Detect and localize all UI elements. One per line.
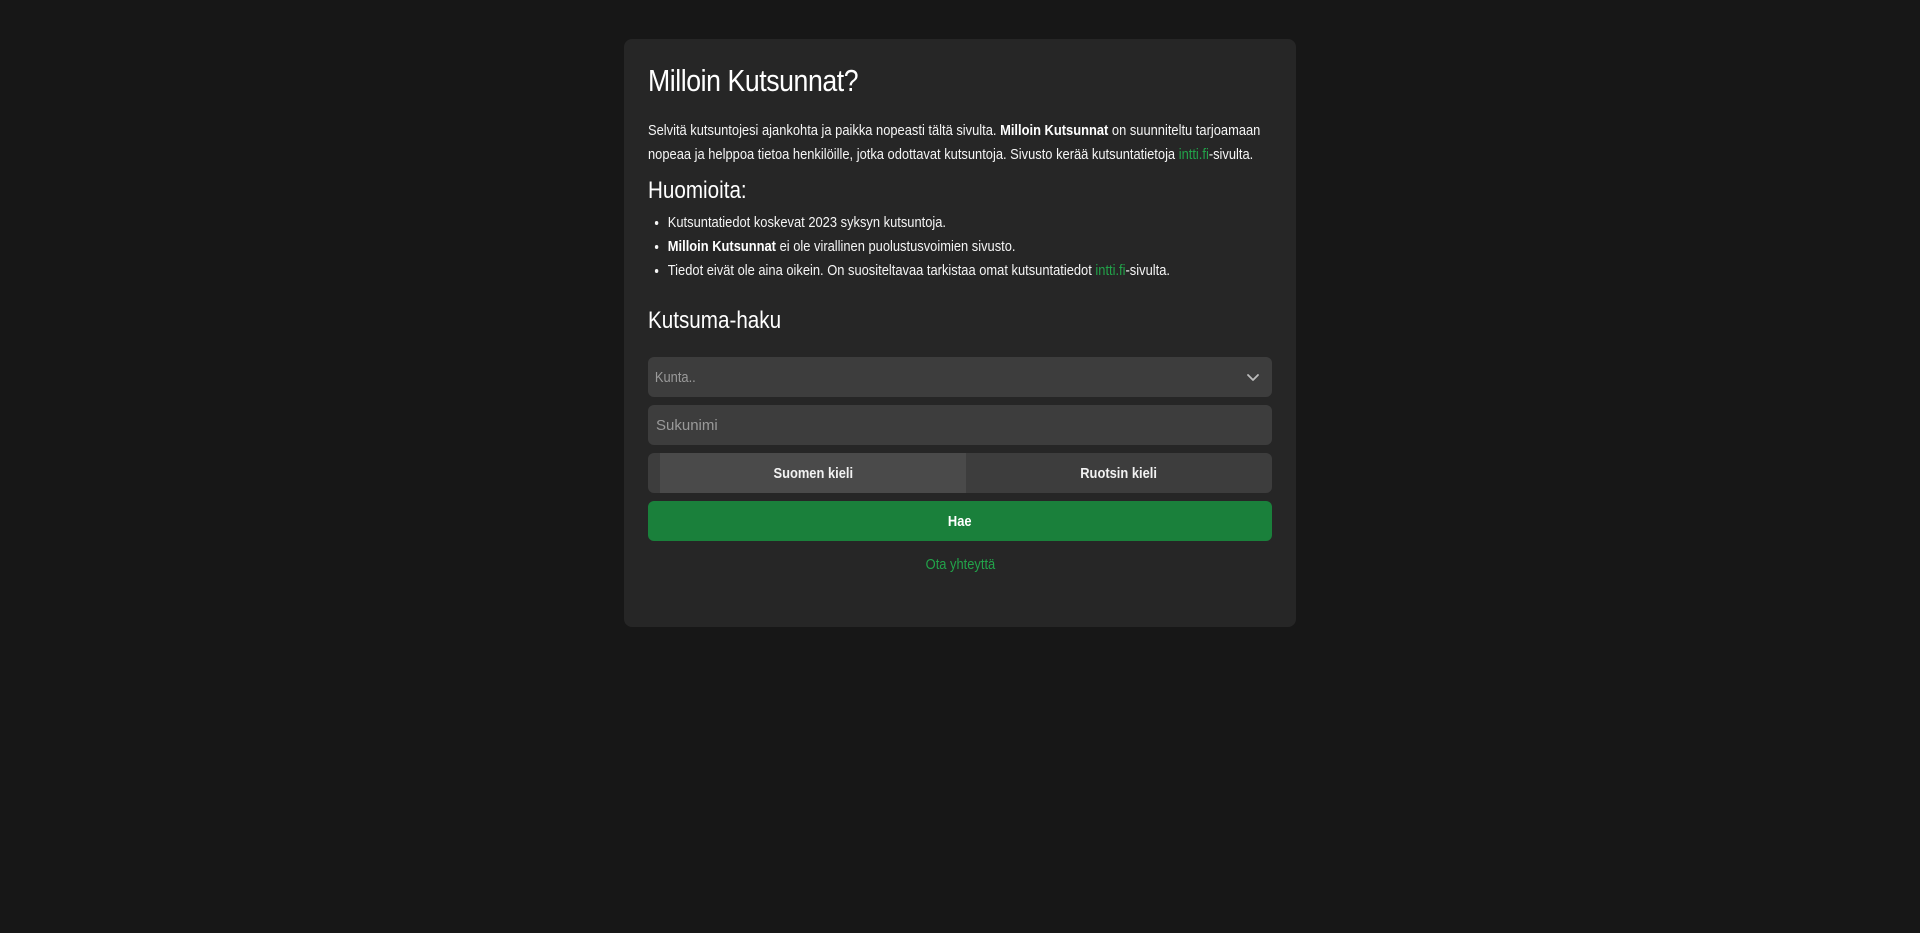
intro-paragraph: Selvitä kutsuntojesi ajankohta ja paikka… <box>648 119 1270 167</box>
chevron-down-icon <box>1247 374 1259 381</box>
search-button[interactable]: Hae <box>648 501 1272 541</box>
intro-text-1: Selvitä kutsuntojesi ajankohta ja paikka… <box>648 122 1001 139</box>
notes-item-1-text: Kutsuntatiedot koskevat 2023 syksyn kuts… <box>667 214 947 231</box>
language-option-swedish-label: Ruotsin kieli <box>1080 464 1158 482</box>
search-title: Kutsuma-haku <box>648 307 782 334</box>
search-button-label: Hae <box>948 512 972 530</box>
surname-field-wrapper <box>648 405 1272 445</box>
notes-list: Kutsuntatiedot koskevat 2023 syksyn kuts… <box>648 211 1270 283</box>
municipality-select-value: Kunta.. <box>654 368 696 386</box>
intro-brand: Milloin Kutsunnat <box>1000 122 1109 139</box>
notes-item-2-brand: Milloin Kutsunnat <box>667 238 776 255</box>
contact-wrapper: Ota yhteyttä <box>648 553 1272 577</box>
intro-wrapper: Selvitä kutsuntojesi ajankohta ja paikka… <box>648 119 1270 167</box>
page-title: Milloin Kutsunnat? <box>648 63 859 98</box>
notes-item-3: Tiedot eivät ole aina oikein. On suosite… <box>668 259 1271 283</box>
notes-item-3-text-1: Tiedot eivät ole aina oikein. On suosite… <box>667 262 1096 279</box>
notes-item-3-text-2: -sivulta. <box>1125 262 1170 279</box>
notes-item-1: Kutsuntatiedot koskevat 2023 syksyn kuts… <box>668 211 1271 235</box>
notes-item-2: Milloin Kutsunnat ei ole virallinen puol… <box>668 235 1271 259</box>
language-option-finnish-label: Suomen kieli <box>773 464 853 482</box>
notes-wrapper: Kutsuntatiedot koskevat 2023 syksyn kuts… <box>648 211 1270 283</box>
language-toggle: Suomen kieli Ruotsin kieli <box>648 453 1272 493</box>
notes-title: Huomioita: <box>648 177 747 204</box>
municipality-select[interactable]: Kunta.. <box>648 357 1272 397</box>
language-option-swedish[interactable]: Ruotsin kieli <box>966 453 1272 493</box>
main-card: Milloin Kutsunnat? Selvitä kutsuntojesi … <box>624 39 1296 627</box>
surname-input[interactable] <box>648 405 1272 445</box>
language-option-finnish[interactable]: Suomen kieli <box>660 453 966 493</box>
notes-intti-link[interactable]: intti.fi <box>1095 262 1125 279</box>
page: Milloin Kutsunnat? Selvitä kutsuntojesi … <box>0 0 1920 933</box>
notes-item-2-text: ei ole virallinen puolustusvoimien sivus… <box>775 238 1016 255</box>
intro-text-3: -sivulta. <box>1208 146 1254 163</box>
intro-intti-link[interactable]: intti.fi <box>1179 146 1209 163</box>
contact-link[interactable]: Ota yhteyttä <box>925 553 995 577</box>
